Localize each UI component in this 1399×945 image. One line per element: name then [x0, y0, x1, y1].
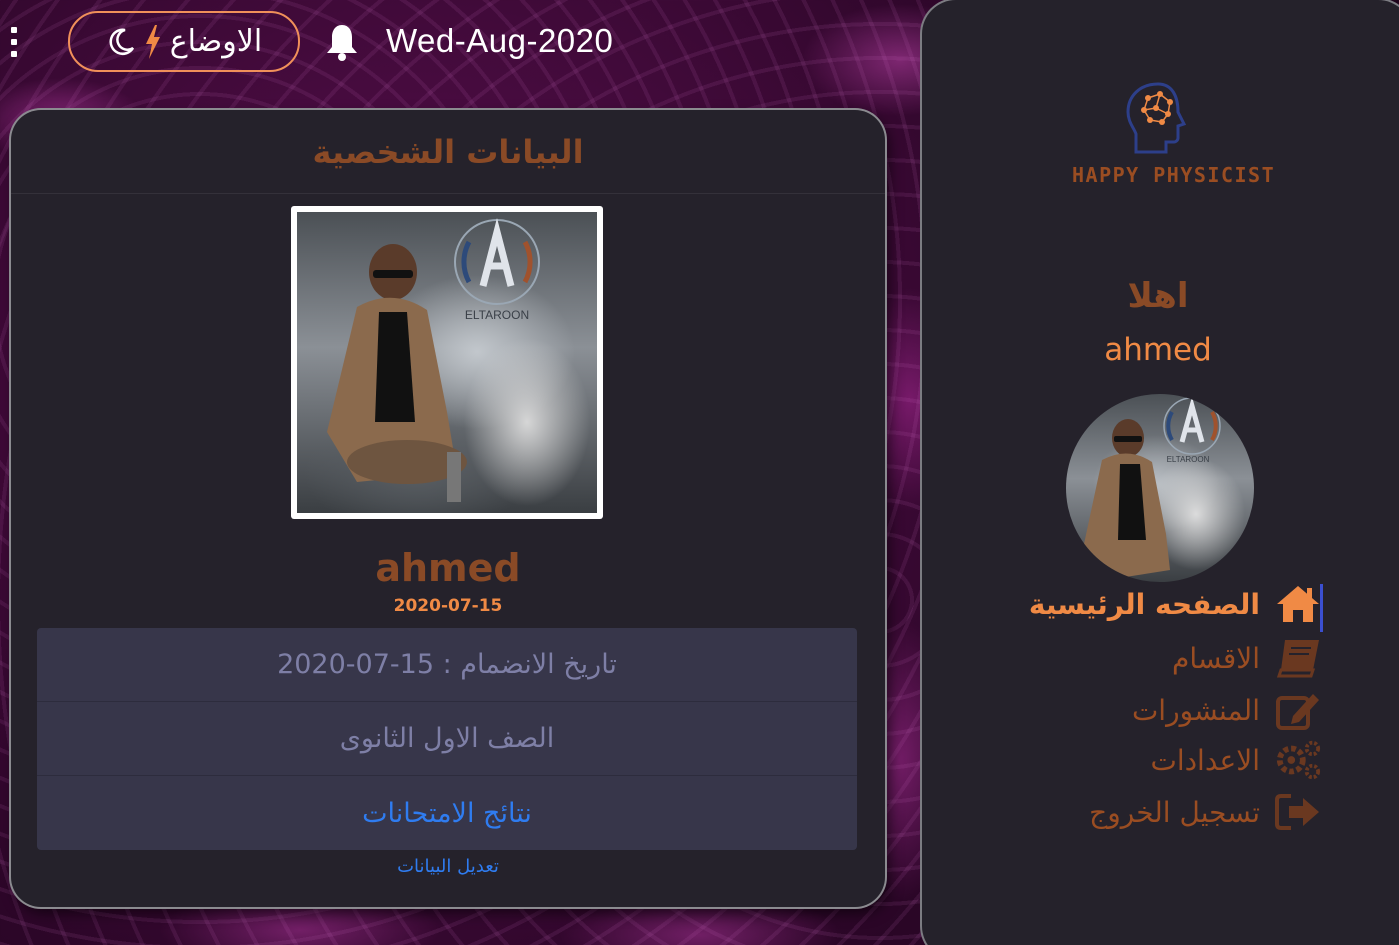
sidebar-item-label: الاقسام: [1172, 641, 1260, 675]
personal-info-card: البيانات الشخصية ELTAROON ahmed 2020-07-…: [11, 110, 885, 907]
bell-icon[interactable]: [324, 22, 360, 62]
sign-out-icon: [1274, 790, 1322, 834]
sidebar: HAPPY PHYSICIST اهلا ahmed ELTAROON الصف…: [922, 0, 1399, 945]
sidebar-item-logout[interactable]: تسجيل الخروج: [1089, 790, 1322, 834]
grade-row: الصف الاول الثانوى: [37, 702, 857, 776]
sidebar-item-label: الصفحه الرئيسية: [1028, 587, 1260, 621]
photo-watermark: ELTAROON: [465, 308, 529, 322]
sidebar-item-label: تسجيل الخروج: [1089, 795, 1260, 829]
kebab-menu-icon[interactable]: [10, 27, 18, 57]
sidebar-item-posts[interactable]: المنشورات: [1132, 688, 1322, 732]
profile-name: ahmed: [375, 546, 521, 590]
logo-text: HAPPY PHYSICIST: [1072, 163, 1276, 187]
sidebar-item-sections[interactable]: الاقسام: [1172, 636, 1322, 680]
greeting: اهلا: [1127, 276, 1189, 316]
avatar-watermark: ELTAROON: [1167, 455, 1210, 464]
exam-results-link[interactable]: نتائج الامتحانات: [37, 776, 857, 850]
edit-icon: [1274, 688, 1322, 732]
avatar: ELTAROON: [1066, 394, 1254, 582]
profile-photo-art: ELTAROON: [327, 218, 540, 502]
modes-toggle-button[interactable]: الاوضاع: [68, 11, 300, 72]
sidebar-item-home[interactable]: الصفحه الرئيسية: [1029, 582, 1322, 626]
modes-label: الاوضاع: [169, 24, 263, 59]
moon-icon: [109, 28, 134, 55]
sidebar-item-label: الاعدادات: [1150, 743, 1260, 777]
book-icon: [1274, 636, 1322, 680]
bolt-icon: [145, 24, 160, 59]
edit-profile-link[interactable]: تعديل البيانات: [11, 856, 885, 877]
brain-logo-icon: [1126, 82, 1186, 154]
join-date-row: تاريخ الانضمام : 15-07-2020: [37, 628, 857, 702]
profile-date: 2020-07-15: [393, 596, 503, 616]
profile-photo: ELTAROON: [291, 206, 603, 519]
card-title: البيانات الشخصية: [11, 110, 885, 194]
home-icon: [1274, 582, 1322, 626]
current-date: Wed-Aug-2020: [386, 22, 614, 59]
sidebar-username: ahmed: [1104, 332, 1212, 368]
gears-icon: [1274, 738, 1322, 782]
sidebar-item-label: المنشورات: [1131, 693, 1260, 727]
sidebar-item-settings[interactable]: الاعدادات: [1150, 738, 1322, 782]
info-list: تاريخ الانضمام : 15-07-2020 الصف الاول ا…: [37, 628, 857, 850]
avatar-art: ELTAROON: [1084, 396, 1221, 580]
